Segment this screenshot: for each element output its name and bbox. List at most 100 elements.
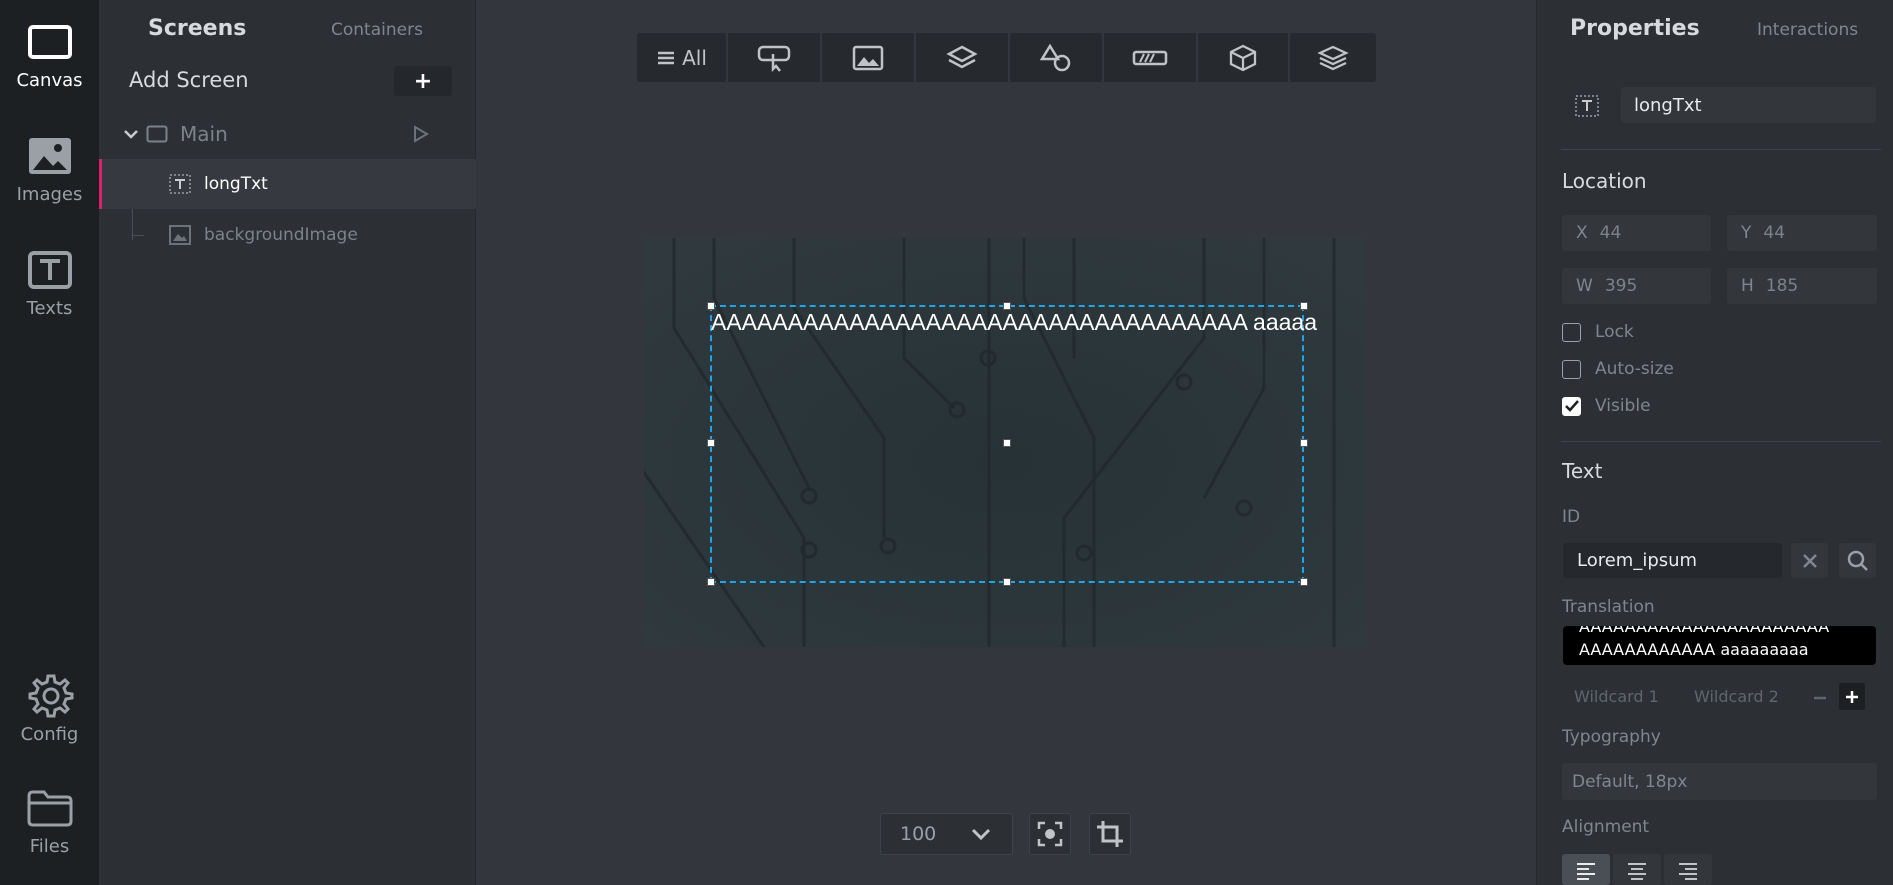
menu-icon <box>658 51 675 64</box>
y-value: 44 <box>1763 223 1786 243</box>
play-icon[interactable] <box>413 125 429 143</box>
tool-button[interactable] <box>728 33 822 82</box>
canvas-text-element[interactable]: AAAAAAAAAAAAAAAAAAAAAAAAAAAAAAAAAAA aaaa… <box>711 309 1317 336</box>
text-title: Text <box>1562 459 1603 483</box>
tool-container[interactable] <box>1290 33 1376 82</box>
align-right-icon <box>1679 862 1697 880</box>
visible-checkbox-row[interactable]: Visible <box>1562 396 1651 416</box>
alignment-label: Alignment <box>1562 817 1650 837</box>
lock-checkbox[interactable] <box>1562 322 1581 342</box>
clear-id-button[interactable] <box>1791 543 1828 578</box>
resize-handle-nw[interactable] <box>707 302 715 310</box>
tool-layers[interactable] <box>916 33 1010 82</box>
search-icon <box>1847 550 1868 571</box>
plus-icon <box>1846 690 1858 703</box>
tool-image[interactable] <box>822 33 916 82</box>
checkmark-icon <box>1564 400 1579 412</box>
resize-handle-e[interactable] <box>1300 439 1308 447</box>
image-layer-icon <box>169 225 191 245</box>
resize-handle-ne[interactable] <box>1300 302 1308 310</box>
tool-3d[interactable] <box>1198 33 1290 82</box>
resize-handle-n[interactable] <box>1003 302 1011 310</box>
rail-files[interactable]: Files <box>0 780 99 857</box>
autosize-checkbox[interactable] <box>1562 359 1581 379</box>
resize-handle-w[interactable] <box>707 439 715 447</box>
align-right-button[interactable] <box>1664 854 1712 885</box>
wildcard-2[interactable]: Wildcard 2 <box>1694 687 1779 706</box>
lock-checkbox-row[interactable]: Lock <box>1562 322 1634 342</box>
rail-config-label: Config <box>20 724 79 745</box>
tool-all[interactable]: All <box>637 33 728 82</box>
wildcard-1[interactable]: Wildcard 1 <box>1574 687 1659 706</box>
left-rail: Canvas Images Texts Config Files <box>0 0 99 885</box>
align-center-button[interactable] <box>1613 854 1661 885</box>
divider <box>1561 149 1881 150</box>
translation-box[interactable]: AAAAAAAAAAAAAAAAAAAAAA AAAAAAAAAAAA aaaa… <box>1563 626 1876 665</box>
zoom-value: 100 <box>900 823 937 845</box>
w-field[interactable]: W 395 <box>1562 268 1711 304</box>
translation-line-1: AAAAAAAAAAAAAAAAAAAAAA <box>1579 626 1830 636</box>
resize-handle-sw[interactable] <box>707 578 715 586</box>
text-layer-icon <box>1575 95 1599 117</box>
add-wildcard-button[interactable] <box>1839 683 1865 710</box>
x-field[interactable]: X 44 <box>1562 215 1711 251</box>
h-field[interactable]: H 185 <box>1727 268 1877 304</box>
x-value: 44 <box>1599 223 1622 243</box>
tree-item-main-label: Main <box>180 122 228 146</box>
autosize-checkbox-row[interactable]: Auto-size <box>1562 359 1674 379</box>
screen-icon <box>146 125 168 143</box>
tool-shapes[interactable] <box>1010 33 1104 82</box>
visible-label: Visible <box>1595 396 1651 416</box>
tool-progress[interactable] <box>1104 33 1198 82</box>
typography-label: Typography <box>1562 727 1661 747</box>
crop-button[interactable] <box>1089 813 1131 855</box>
zoom-select[interactable]: 100 <box>880 813 1013 855</box>
location-title: Location <box>1562 169 1647 193</box>
id-value: Lorem_ipsum <box>1577 550 1698 571</box>
translation-line-2: AAAAAAAAAAAA aaaaaaaaa <box>1579 640 1809 659</box>
rail-canvas-label: Canvas <box>16 70 83 91</box>
image-icon <box>28 138 71 174</box>
resize-handle-s[interactable] <box>1003 578 1011 586</box>
chevron-down-icon[interactable] <box>123 128 139 140</box>
stack-icon <box>1317 45 1349 70</box>
tab-interactions[interactable]: Interactions <box>1757 20 1858 40</box>
resize-handle-se[interactable] <box>1300 578 1308 586</box>
tree-item-longtxt[interactable]: longTxt <box>99 159 476 209</box>
rail-texts-label: Texts <box>26 298 73 319</box>
visible-checkbox[interactable] <box>1562 396 1581 416</box>
id-label: ID <box>1562 507 1581 527</box>
text-layer-icon <box>169 174 191 194</box>
h-key: H <box>1741 276 1754 296</box>
divider <box>1561 441 1881 442</box>
rail-canvas[interactable]: Canvas <box>0 14 99 91</box>
rail-texts[interactable]: Texts <box>0 242 99 319</box>
folder-icon <box>27 790 72 827</box>
typography-select[interactable]: Default, 18px <box>1562 763 1877 800</box>
tab-properties[interactable]: Properties <box>1570 16 1700 41</box>
h-value: 185 <box>1765 276 1799 296</box>
translation-label: Translation <box>1562 597 1655 617</box>
fit-to-screen-button[interactable] <box>1029 813 1071 855</box>
autosize-label: Auto-size <box>1595 359 1674 379</box>
minus-icon[interactable] <box>1812 690 1828 706</box>
y-field[interactable]: Y 44 <box>1727 215 1877 251</box>
id-field[interactable]: Lorem_ipsum <box>1563 543 1782 578</box>
focus-icon <box>1037 821 1063 847</box>
x-key: X <box>1576 223 1588 243</box>
rail-config[interactable]: Config <box>0 668 99 745</box>
center-handle[interactable] <box>1003 439 1011 447</box>
tab-screens[interactable]: Screens <box>148 16 246 41</box>
tree-item-main[interactable]: Main <box>99 109 476 159</box>
tab-containers[interactable]: Containers <box>331 20 423 40</box>
button-icon <box>757 45 791 72</box>
add-screen-button[interactable]: + <box>394 66 452 96</box>
align-left-button[interactable] <box>1562 854 1610 885</box>
element-name-field[interactable]: longTxt <box>1621 87 1876 123</box>
tree-item-backgroundimage[interactable]: backgroundImage <box>99 210 476 260</box>
search-id-button[interactable] <box>1839 543 1876 578</box>
tree-item-backgroundimage-label: backgroundImage <box>204 225 358 245</box>
align-center-icon <box>1628 862 1646 880</box>
crop-icon <box>1097 821 1123 847</box>
rail-images[interactable]: Images <box>0 128 99 205</box>
